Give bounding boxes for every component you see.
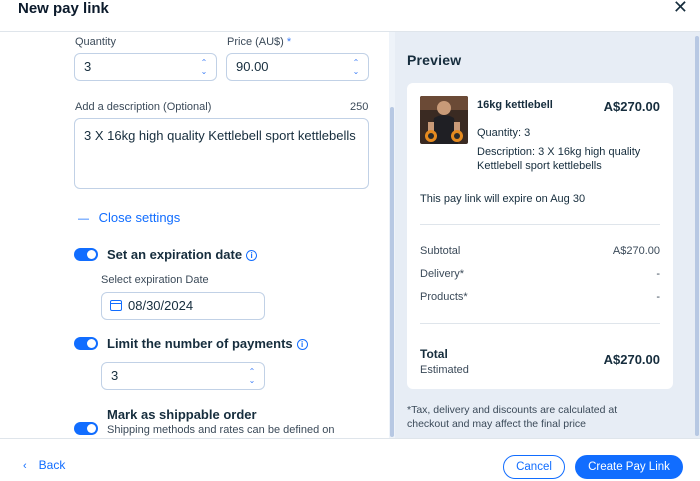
close-settings-link[interactable]: — Close settings <box>78 210 180 225</box>
expiration-toggle[interactable] <box>74 248 98 261</box>
tax-note-line2: checkout and may affect the final price <box>407 418 586 430</box>
divider <box>420 224 660 225</box>
expiration-label: Set an expiration date i <box>107 247 258 262</box>
shippable-description: Shipping methods and rates can be define… <box>107 424 335 436</box>
products-value: - <box>656 291 660 303</box>
subtotal-row: Subtotal A$270.00 <box>420 245 660 257</box>
expiration-label-text: Set an expiration date <box>107 247 243 262</box>
calendar-icon[interactable] <box>110 300 122 311</box>
scrollbar-thumb[interactable] <box>695 36 699 436</box>
shippable-toggle[interactable] <box>74 422 98 435</box>
quantity-label: Quantity <box>75 36 116 48</box>
toggle-knob <box>87 250 96 259</box>
price-input[interactable]: 90.00 ⌃ ⌄ <box>226 53 369 81</box>
description-label: Add a description (Optional) <box>75 101 212 113</box>
products-label: Products* <box>420 291 468 303</box>
delivery-label: Delivery* <box>420 268 465 280</box>
subtotal-label: Subtotal <box>420 245 461 257</box>
info-icon[interactable]: i <box>246 250 258 261</box>
chevron-left-icon: ‹ <box>23 460 27 472</box>
quantity-value: 3 <box>84 59 92 74</box>
description-textarea[interactable]: 3 X 16kg high quality Kettlebell sport k… <box>74 118 369 189</box>
info-icon[interactable]: i <box>296 339 308 350</box>
limit-payments-toggle[interactable] <box>74 337 98 350</box>
stepper-down-icon[interactable]: ⌄ <box>352 67 360 76</box>
description-char-limit: 250 <box>350 101 369 113</box>
toggle-knob <box>87 424 96 433</box>
product-image <box>420 96 468 144</box>
product-quantity: Quantity: 3 <box>477 127 531 139</box>
tax-note: *Tax, delivery and discounts are calcula… <box>407 403 677 431</box>
price-stepper[interactable]: ⌃ ⌄ <box>352 58 360 76</box>
create-pay-link-button[interactable]: Create Pay Link <box>575 455 683 479</box>
quantity-input[interactable]: 3 ⌃ ⌄ <box>74 53 217 81</box>
cancel-button[interactable]: Cancel <box>503 455 565 479</box>
stepper-down-icon[interactable]: ⌄ <box>248 376 256 385</box>
stepper-up-icon[interactable]: ⌃ <box>248 367 256 376</box>
limit-payments-label-text: Limit the number of payments <box>107 336 293 351</box>
products-row: Products* - <box>420 291 660 303</box>
shippable-label: Mark as shippable order <box>107 407 257 422</box>
preview-scrollbar[interactable] <box>694 32 700 438</box>
expiration-date-input[interactable]: 08/30/2024 <box>101 292 265 320</box>
stepper-down-icon[interactable]: ⌄ <box>200 67 208 76</box>
stepper-up-icon[interactable]: ⌃ <box>352 58 360 67</box>
preview-panel: Preview 16kg kettlebell A$270.00 Quantit… <box>395 32 700 438</box>
product-description-line2: Kettlebell sport kettlebells <box>477 160 602 172</box>
required-mark: * <box>286 36 292 48</box>
tax-note-line1: *Tax, delivery and discounts are calcula… <box>407 404 618 416</box>
limit-payments-stepper[interactable]: ⌃ ⌄ <box>248 367 256 385</box>
close-icon[interactable]: ✕ <box>673 0 688 16</box>
expiration-date-value: 08/30/2024 <box>128 298 194 313</box>
limit-payments-label: Limit the number of payments i <box>107 336 308 351</box>
price-value: 90.00 <box>236 59 269 74</box>
modal-header: New pay link ✕ <box>0 0 700 31</box>
scrollbar-thumb[interactable] <box>390 107 394 437</box>
product-price: A$270.00 <box>603 99 660 114</box>
divider <box>420 323 660 324</box>
product-description-line1: Description: 3 X 16kg high quality <box>477 146 641 158</box>
collapse-dash-icon: — <box>78 213 89 225</box>
price-label: Price (AU$) * <box>227 36 291 48</box>
close-settings-label: Close settings <box>98 210 181 225</box>
expiration-date-label: Select expiration Date <box>101 274 209 286</box>
product-name: 16kg kettlebell <box>477 99 553 111</box>
preview-title: Preview <box>407 52 462 68</box>
toggle-knob <box>87 339 96 348</box>
total-label: Total <box>420 347 448 361</box>
total-estimated-label: Estimated <box>420 364 469 376</box>
modal-footer: ‹ Back Cancel Create Pay Link <box>0 438 700 481</box>
delivery-value: - <box>656 268 660 280</box>
limit-payments-value: 3 <box>111 368 119 383</box>
limit-payments-input[interactable]: 3 ⌃ ⌄ <box>101 362 265 390</box>
back-label: Back <box>38 458 66 472</box>
price-label-text: Price (AU$) <box>227 36 284 48</box>
preview-card: 16kg kettlebell A$270.00 Quantity: 3 Des… <box>407 83 673 389</box>
settings-panel: Quantity 3 ⌃ ⌄ Price (AU$) * 90.00 ⌃ ⌄ A… <box>0 32 389 438</box>
stepper-up-icon[interactable]: ⌃ <box>200 58 208 67</box>
expiry-text: This pay link will expire on Aug 30 <box>420 193 586 205</box>
delivery-row: Delivery* - <box>420 268 660 280</box>
quantity-stepper[interactable]: ⌃ ⌄ <box>200 58 208 76</box>
subtotal-value: A$270.00 <box>612 245 660 257</box>
modal-title: New pay link <box>18 0 109 17</box>
total-value: A$270.00 <box>603 352 660 367</box>
back-button[interactable]: ‹ Back <box>23 458 65 472</box>
